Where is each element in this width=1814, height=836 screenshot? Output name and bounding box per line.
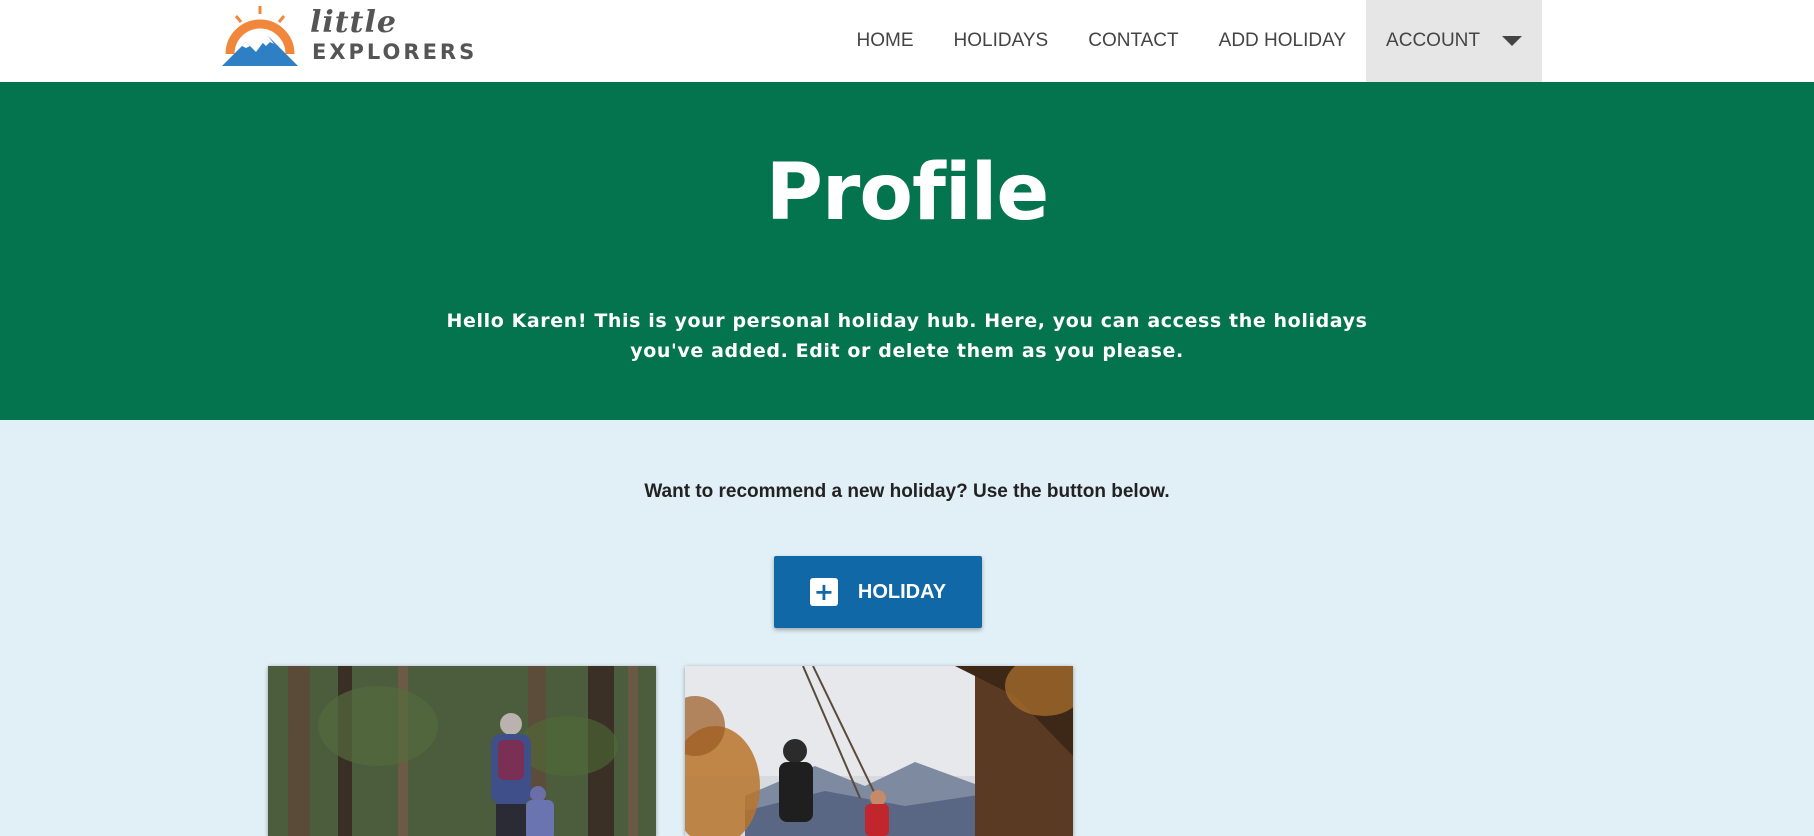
hero-welcome-text: Hello Karen! This is your personal holid… <box>446 310 1368 362</box>
caret-down-icon <box>1502 36 1522 46</box>
add-holiday-button[interactable]: + HOLIDAY <box>774 556 982 628</box>
plus-icon: + <box>809 578 838 606</box>
holiday-card-image <box>268 666 656 836</box>
holiday-card[interactable] <box>685 666 1073 836</box>
holiday-card[interactable] <box>268 666 656 836</box>
navbar: little EXPLORERS HOME HOLIDAYS CONTACT A… <box>0 0 1814 82</box>
nav-account-dropdown[interactable]: ACCOUNT <box>1366 0 1542 82</box>
site-logo[interactable]: little EXPLORERS <box>222 4 482 70</box>
add-holiday-prompt: Want to recommend a new holiday? Use the… <box>644 481 1170 502</box>
mountain-sun-logo-icon <box>222 6 298 66</box>
profile-hero: Profile Hello Karen! This is your person… <box>0 82 1814 420</box>
holiday-card-image <box>685 666 1073 836</box>
logo-text-explorers: EXPLORERS <box>312 40 478 64</box>
nav-add-holiday[interactable]: ADD HOLIDAY <box>1199 0 1366 82</box>
nav-contact[interactable]: CONTACT <box>1068 0 1198 82</box>
nav-holidays[interactable]: HOLIDAYS <box>934 0 1069 82</box>
add-holiday-button-label: HOLIDAY <box>857 580 947 603</box>
logo-text-little: little <box>310 5 397 40</box>
main-nav: HOME HOLIDAYS CONTACT ADD HOLIDAY ACCOUN… <box>837 0 1542 82</box>
nav-home[interactable]: HOME <box>837 0 934 82</box>
nav-account-label: ACCOUNT <box>1386 30 1480 51</box>
page-title: Profile <box>765 148 1050 238</box>
